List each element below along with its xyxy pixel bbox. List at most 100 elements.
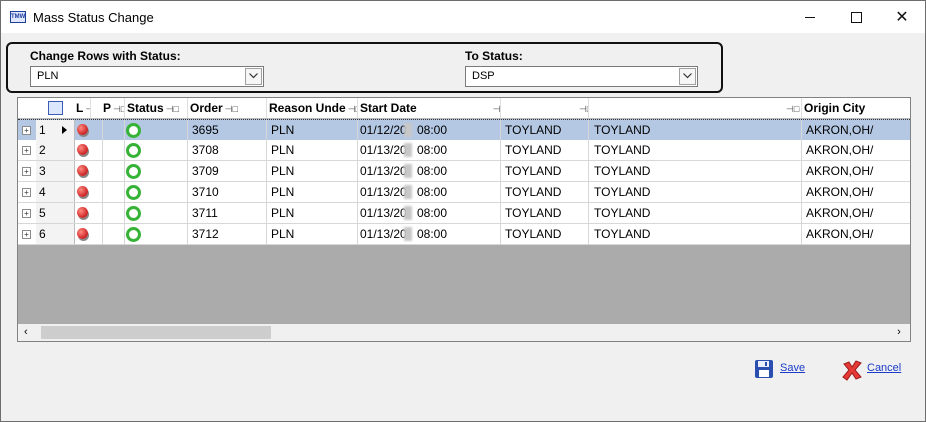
table-row[interactable]: +4 3710 PLN 01/13/20 08:00 TOYLAND TOYLAND AKRO… [18, 182, 910, 203]
scroll-left-icon[interactable]: ‹ [24, 325, 38, 340]
chevron-down-icon[interactable] [245, 68, 262, 85]
cell-start-date[interactable]: 01/13/20 08:00 [360, 182, 501, 202]
table-row[interactable]: +6 3712 PLN 01/13/20 08:00 TOYLAND TOYLAND AKRO… [18, 224, 910, 245]
expand-row-icon[interactable]: + [22, 230, 31, 239]
cell-reason[interactable]: PLN [269, 161, 358, 181]
column-header-start-date[interactable]: Start Date⊣□ [360, 98, 501, 118]
cancel-button[interactable]: Cancel [841, 359, 907, 383]
cell-reason[interactable]: PLN [269, 120, 358, 140]
cell-order[interactable]: 3712 [190, 224, 267, 244]
row-header[interactable]: 3 [36, 161, 75, 181]
cell-order[interactable]: 3709 [190, 161, 267, 181]
expand-row-icon[interactable]: + [22, 146, 31, 155]
cell-l[interactable] [76, 161, 103, 181]
cell-start-date[interactable]: 01/13/20 08:00 [360, 203, 501, 223]
table-row[interactable]: +5 3711 PLN 01/13/20 08:00 TOYLAND TOYLAND AKRO… [18, 203, 910, 224]
cell-location-1[interactable]: TOYLAND [503, 182, 589, 202]
cell-l[interactable] [76, 182, 103, 202]
column-header-l[interactable]: L⊣□ [76, 98, 91, 118]
cell-location-2[interactable]: TOYLAND [591, 120, 802, 140]
pin-icon[interactable]: ⊣□ [786, 99, 799, 118]
cell-start-date[interactable]: 01/12/20 08:00 [360, 120, 501, 140]
maximize-button[interactable] [833, 1, 879, 33]
cell-origin-city[interactable]: AKRON,OH/ [804, 224, 910, 244]
expand-row-icon[interactable]: + [22, 188, 31, 197]
column-header-unnamed-1[interactable]: ⊣□ [503, 98, 589, 118]
cell-order[interactable]: 3711 [190, 203, 267, 223]
cell-l[interactable] [76, 140, 103, 160]
cell-p[interactable] [103, 203, 125, 223]
cell-l[interactable] [76, 120, 103, 140]
column-header-order[interactable]: Order ⊣□ [190, 98, 267, 118]
pin-icon[interactable]: ⊣□ [348, 99, 357, 118]
expand-row-icon[interactable]: + [22, 209, 31, 218]
cell-location-2[interactable]: TOYLAND [591, 161, 802, 181]
column-header-status[interactable]: Status ⊣□ [127, 98, 188, 118]
pin-icon[interactable]: ⊣□ [493, 99, 500, 118]
cell-origin-city[interactable]: AKRON,OH/ [804, 120, 910, 140]
cell-p[interactable] [103, 140, 125, 160]
to-status-select[interactable]: DSP [465, 66, 698, 87]
cell-start-date[interactable]: 01/13/20 08:00 [360, 224, 501, 244]
cell-location-1[interactable]: TOYLAND [503, 224, 589, 244]
cell-reason[interactable]: PLN [269, 182, 358, 202]
expand-row-icon[interactable]: + [22, 167, 31, 176]
cell-location-1[interactable]: TOYLAND [503, 161, 589, 181]
pin-icon[interactable]: ⊣□ [113, 99, 124, 118]
cell-p[interactable] [103, 182, 125, 202]
cancel-label[interactable]: Cancel [867, 362, 901, 374]
horizontal-scrollbar[interactable]: ‹ › [18, 324, 910, 341]
cell-order[interactable]: 3695 [190, 120, 267, 140]
orders-grid[interactable]: L⊣□ P⊣□ Status⊣□ Order⊣□ Reason Unde⊣□ S… [17, 97, 911, 342]
cell-l[interactable] [76, 224, 103, 244]
cell-location-1[interactable]: TOYLAND [503, 140, 589, 160]
pin-icon[interactable]: ⊣□ [85, 99, 90, 118]
from-status-select[interactable]: PLN [30, 66, 264, 87]
table-row[interactable]: +2 3708 PLN 01/13/20 08:00 TOYLAND TOYLAND AKRO… [18, 140, 910, 161]
row-header[interactable]: 4 [36, 182, 75, 202]
cell-start-date[interactable]: 01/13/20 08:00 [360, 161, 501, 181]
row-header[interactable]: 5 [36, 203, 75, 223]
cell-order[interactable]: 3710 [190, 182, 267, 202]
cell-location-1[interactable]: TOYLAND [503, 203, 589, 223]
column-header-origin-city[interactable]: Origin City [804, 98, 910, 118]
scroll-right-icon[interactable]: › [892, 325, 906, 340]
cell-p[interactable] [103, 161, 125, 181]
cell-reason[interactable]: PLN [269, 203, 358, 223]
cell-origin-city[interactable]: AKRON,OH/ [804, 161, 910, 181]
cell-reason[interactable]: PLN [269, 224, 358, 244]
cell-p[interactable] [103, 120, 125, 140]
column-chooser-icon[interactable] [48, 101, 63, 115]
cell-start-date[interactable]: 01/13/20 08:00 [360, 140, 501, 160]
row-header[interactable]: 1 [36, 120, 75, 140]
save-button[interactable]: Save [754, 359, 814, 383]
row-header[interactable]: 2 [36, 140, 75, 160]
save-label[interactable]: Save [780, 362, 805, 374]
cell-origin-city[interactable]: AKRON,OH/ [804, 140, 910, 160]
cell-location-2[interactable]: TOYLAND [591, 224, 802, 244]
cell-location-2[interactable]: TOYLAND [591, 182, 802, 202]
cell-reason[interactable]: PLN [269, 140, 358, 160]
table-row[interactable]: +1 3695 PLN 01/12/20 08:00 TOYLAND TOYLAND AKRO… [18, 119, 910, 141]
column-header-reason[interactable]: Reason Unde⊣□ [269, 98, 358, 118]
cell-location-2[interactable]: TOYLAND [591, 140, 802, 160]
cell-origin-city[interactable]: AKRON,OH/ [804, 203, 910, 223]
cell-origin-city[interactable]: AKRON,OH/ [804, 182, 910, 202]
cell-location-2[interactable]: TOYLAND [591, 203, 802, 223]
scrollbar-thumb[interactable] [41, 326, 271, 339]
pin-icon[interactable]: ⊣□ [579, 99, 588, 118]
pin-icon[interactable]: ⊣□ [225, 99, 238, 118]
cell-p[interactable] [103, 224, 125, 244]
cell-order[interactable]: 3708 [190, 140, 267, 160]
cell-location-1[interactable]: TOYLAND [503, 120, 589, 140]
close-button[interactable]: ✕ [879, 1, 925, 33]
row-header[interactable]: 6 [36, 224, 75, 244]
expand-row-icon[interactable]: + [22, 126, 31, 135]
minimize-button[interactable] [787, 1, 833, 33]
chevron-down-icon[interactable] [679, 68, 696, 85]
table-row[interactable]: +3 3709 PLN 01/13/20 08:00 TOYLAND TOYLAND AKRO… [18, 161, 910, 182]
pin-icon[interactable]: ⊣□ [166, 99, 179, 118]
column-header-unnamed-2[interactable]: ⊣□ [591, 98, 802, 118]
title-bar[interactable]: TMW Mass Status Change ✕ [1, 1, 925, 33]
column-header-p[interactable]: P ⊣□ [103, 98, 125, 118]
